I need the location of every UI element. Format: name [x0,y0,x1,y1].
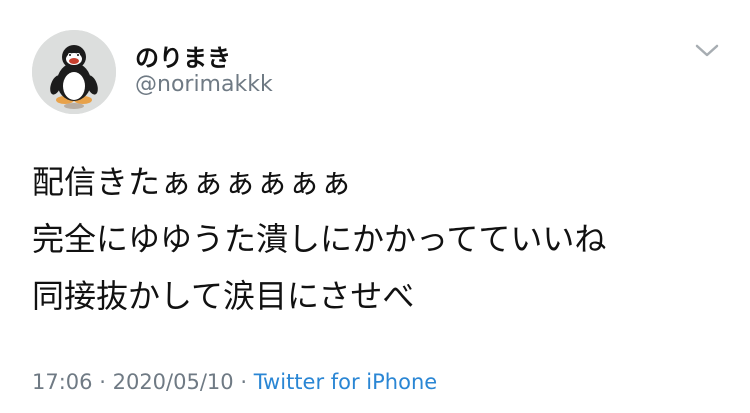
tweet-meta: 17:06 · 2020/05/10 · Twitter for iPhone [32,370,437,394]
author-display-name[interactable]: のりまき [135,38,231,73]
user-avatar[interactable] [32,30,116,114]
tweet-text-line: 完全にゆゆうた潰しにかかってていいね [32,220,607,258]
tweet-card: のりまき @norimakkk 配信きたぁぁぁぁぁぁ 完全にゆゆうた潰しにかかっ… [0,0,750,413]
meta-separator: · [99,370,106,394]
tweet-menu-button[interactable] [692,38,722,62]
penguin-avatar-icon [32,30,116,114]
tweet-time: 17:06 [32,370,93,394]
chevron-down-icon [695,44,719,57]
tweet-text: 配信きたぁぁぁぁぁぁ 完全にゆゆうた潰しにかかってていいね 同接抜かして涙目にさ… [32,154,606,325]
author-handle[interactable]: @norimakkk [135,72,273,97]
tweet-text-line: 同接抜かして涙目にさせべ [32,277,415,315]
meta-separator: · [240,370,248,394]
tweet-text-line: 配信きたぁぁぁぁぁぁ [32,163,353,201]
tweet-source-link[interactable]: Twitter for iPhone [254,370,438,394]
tweet-date: 2020/05/10 [112,370,234,394]
